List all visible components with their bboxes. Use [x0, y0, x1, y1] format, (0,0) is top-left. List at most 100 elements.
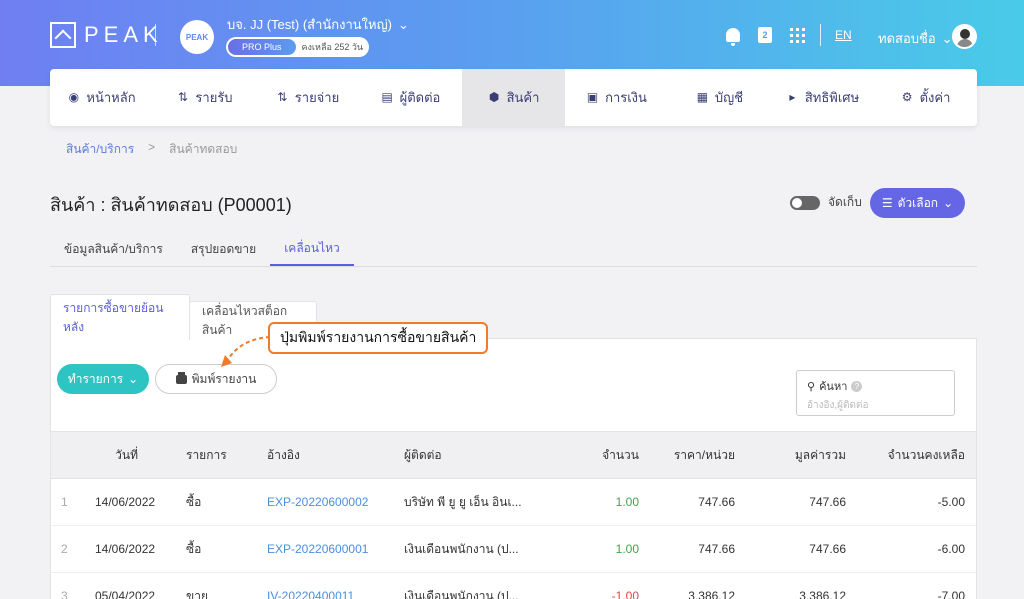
- callout-arrow-icon: [221, 336, 271, 367]
- breadcrumb-current: สินค้าทดสอบ: [169, 142, 238, 156]
- tab-transaction-history[interactable]: รายการซื้อขายย้อนหลัง: [50, 294, 190, 340]
- archive-toggle-group: จัดเก็บ: [790, 193, 862, 212]
- options-label: ตัวเลือก: [897, 195, 939, 210]
- callout-annotation: ปุ่มพิมพ์รายงานการซื้อขายสินค้า: [268, 322, 489, 354]
- archive-toggle[interactable]: [790, 195, 820, 210]
- logo-text: PEAK: [84, 22, 163, 47]
- col-qty[interactable]: จำนวน: [571, 432, 639, 478]
- breadcrumb: สินค้า/บริการ > สินค้าทดสอบ: [66, 140, 237, 159]
- chevron-down-icon: ⌄: [128, 372, 139, 386]
- breadcrumb-separator: >: [148, 140, 156, 154]
- row-balance: -6.00: [937, 542, 965, 556]
- gear-icon: ⚙: [901, 90, 913, 104]
- home-icon: ◉: [68, 90, 80, 104]
- megaphone-icon: ▸: [789, 90, 796, 104]
- menu-icon: ☰: [881, 196, 893, 210]
- row-item: ซื้อ: [186, 494, 202, 509]
- search-box: ⚲ ค้นหา ?: [796, 370, 955, 416]
- row-item: ซื้อ: [186, 541, 202, 556]
- nav-item-home[interactable]: ◉ หน้าหลัก: [50, 69, 153, 126]
- help-icon[interactable]: ?: [851, 380, 863, 392]
- peak-logo[interactable]: PEAK: [50, 22, 163, 48]
- tab-movements[interactable]: เคลื่อนไหว: [270, 232, 354, 266]
- apps-grid-icon[interactable]: [788, 26, 806, 44]
- row-date: 05/04/2022: [95, 589, 156, 599]
- row-date: 14/06/2022: [95, 495, 156, 509]
- row-total: 747.66: [809, 495, 846, 509]
- row-total: 3,386.12: [799, 589, 846, 599]
- notification-bell-icon[interactable]: [724, 26, 742, 46]
- tab-sales-summary[interactable]: สรุปยอดขาย: [177, 232, 270, 266]
- search-label-row: ⚲ ค้นหา ?: [807, 377, 944, 395]
- plan-pill: PRO Plus คงเหลือ 252 วัน: [226, 37, 369, 57]
- table-row[interactable]: 1 14/06/2022 ซื้อ EXP-20220600002 บริษัท…: [51, 479, 976, 526]
- row-qty: 1.00: [615, 542, 639, 556]
- search-icon: ⚲: [807, 380, 816, 393]
- row-balance: -7.00: [937, 589, 965, 599]
- logo-divider: [155, 24, 156, 46]
- divider: [820, 24, 821, 46]
- tab-product-info[interactable]: ข้อมูลสินค้า/บริการ: [50, 232, 177, 266]
- row-price: 3,386.12: [688, 589, 735, 599]
- row-date: 14/06/2022: [95, 542, 156, 556]
- nav-item-products[interactable]: ⬢ สินค้า: [462, 69, 565, 126]
- chevron-down-icon: ⌄: [398, 16, 409, 32]
- book-icon[interactable]: 2: [756, 26, 774, 44]
- search-input[interactable]: [807, 400, 942, 411]
- archive-label: จัดเก็บ: [828, 195, 862, 209]
- subtabs: ข้อมูลสินค้า/บริการ สรุปยอดขาย เคลื่อนไห…: [50, 232, 977, 267]
- col-item[interactable]: รายการ: [186, 432, 256, 478]
- language-switch[interactable]: EN: [835, 28, 852, 42]
- row-number: 3: [61, 589, 68, 599]
- box-icon: ⬢: [488, 90, 500, 104]
- nav-item-expense[interactable]: ⇅ รายจ่าย: [256, 69, 359, 126]
- nav-item-privileges[interactable]: ▸ สิทธิพิเศษ: [771, 69, 874, 126]
- search-label: ค้นหา: [819, 381, 848, 393]
- user-menu[interactable]: ทดสอบชื่อ ⌄: [878, 28, 953, 49]
- chevron-down-icon: ⌄: [943, 196, 954, 210]
- col-date[interactable]: วันที่: [95, 432, 138, 478]
- options-button[interactable]: ☰ ตัวเลือก ⌄: [870, 188, 965, 218]
- ledger-icon: ▦: [696, 90, 709, 104]
- table-row[interactable]: 3 05/04/2022 ขาย IV-20220400011 เงินเดือ…: [51, 573, 976, 599]
- col-contact[interactable]: ผู้ติดต่อ: [404, 432, 534, 478]
- row-contact: เงินเดือนพนักงาน (ป...: [404, 541, 519, 556]
- nav-item-settings[interactable]: ⚙ ตั้งค่า: [874, 69, 977, 126]
- row-contact: บริษัท พี ยู ยู เอ็น อินเ...: [404, 494, 522, 509]
- contacts-icon: ▤: [381, 90, 393, 104]
- row-price: 747.66: [698, 542, 735, 556]
- row-qty: -1.00: [611, 589, 639, 599]
- row-ref-link[interactable]: EXP-20220600001: [267, 526, 387, 572]
- top-icons: 2 EN: [724, 24, 852, 46]
- user-name: ทดสอบชื่อ: [878, 31, 936, 46]
- table-header: วันที่ รายการ อ้างอิง ผู้ติดต่อ จำนวน รา…: [51, 431, 976, 479]
- logo-mark-icon: [50, 22, 76, 48]
- action-button[interactable]: ทำรายการ ⌄: [57, 364, 149, 394]
- income-icon: ⇅: [177, 90, 188, 104]
- action-label: ทำรายการ: [67, 371, 124, 386]
- col-price[interactable]: ราคา/หน่วย: [661, 432, 735, 478]
- nav-item-contacts[interactable]: ▤ ผู้ติดต่อ: [359, 69, 462, 126]
- col-balance[interactable]: จำนวนคงเหลือ: [871, 432, 965, 478]
- row-ref-link[interactable]: EXP-20220600002: [267, 479, 387, 525]
- company-avatar[interactable]: PEAK: [180, 20, 214, 54]
- nav-item-accounting[interactable]: ▦ บัญชี: [668, 69, 771, 126]
- nav-item-income[interactable]: ⇅ รายรับ: [153, 69, 256, 126]
- money-icon: ▣: [586, 90, 599, 104]
- company-name: บจ. JJ (Test) (สำนักงานใหญ่): [227, 17, 392, 32]
- table-row[interactable]: 2 14/06/2022 ซื้อ EXP-20220600001 เงินเด…: [51, 526, 976, 573]
- breadcrumb-link-products[interactable]: สินค้า/บริการ: [66, 140, 134, 159]
- user-avatar[interactable]: [952, 24, 977, 49]
- plan-remaining: คงเหลือ 252 วัน: [301, 42, 364, 52]
- nav-item-finance[interactable]: ▣ การเงิน: [565, 69, 668, 126]
- row-qty: 1.00: [615, 495, 639, 509]
- row-number: 1: [61, 495, 68, 509]
- row-ref-link[interactable]: IV-20220400011: [267, 573, 387, 599]
- plan-badge: PRO Plus: [228, 39, 296, 55]
- col-total[interactable]: มูลค่ารวม: [771, 432, 846, 478]
- expense-icon: ⇅: [277, 90, 288, 104]
- company-selector[interactable]: บจ. JJ (Test) (สำนักงานใหญ่) ⌄: [227, 14, 409, 35]
- col-ref[interactable]: อ้างอิง: [267, 432, 387, 478]
- page-title: สินค้า : สินค้าทดสอบ (P00001): [50, 195, 292, 215]
- chevron-down-icon: ⌄: [941, 30, 953, 46]
